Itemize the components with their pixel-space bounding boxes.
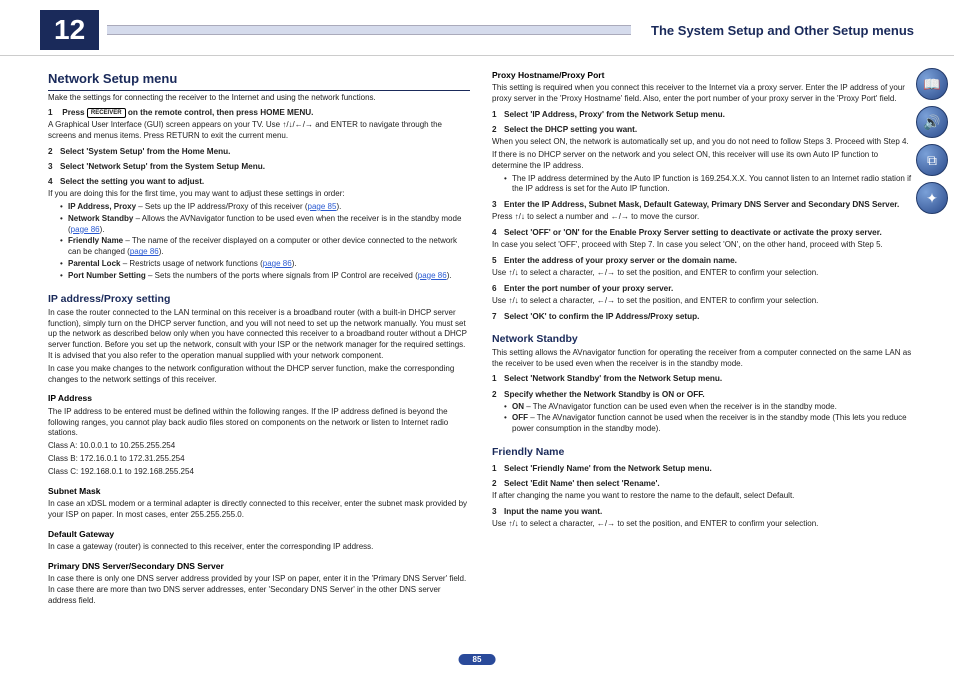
settings-list-item: Port Number Setting – Sets the numbers o… bbox=[60, 271, 470, 282]
auto-ip-bullet: The IP address determined by the Auto IP… bbox=[504, 174, 914, 196]
chapter-number: 12 bbox=[40, 10, 99, 50]
subnet-heading: Subnet Mask bbox=[48, 486, 470, 497]
step-3: 3Select 'Network Setup' from the System … bbox=[48, 161, 470, 172]
settings-list: IP Address, Proxy – Sets up the IP addre… bbox=[60, 202, 470, 282]
c2s3-desc: Press ↑/↓ to select a number and ←/→ to … bbox=[492, 212, 914, 223]
side-nav-icons: 📖 🔊 ⧉ ✦ bbox=[916, 68, 948, 214]
right-column: Proxy Hostname/Proxy Port This setting i… bbox=[492, 66, 914, 609]
step-2: 2Select 'System Setup' from the Home Men… bbox=[48, 146, 470, 157]
intro-text: Make the settings for connecting the rec… bbox=[48, 93, 470, 104]
c2s7-text: Select 'OK' to confirm the IP Address/Pr… bbox=[504, 312, 699, 321]
ipproxy-desc2: In case you make changes to the network … bbox=[48, 364, 470, 386]
ns-option-item: ON – The AVnavigator function can be use… bbox=[504, 402, 914, 413]
class-b: Class B: 172.16.0.1 to 172.31.255.254 bbox=[48, 454, 470, 465]
book-icon[interactable]: 📖 bbox=[916, 68, 948, 100]
c2s6-text: Enter the port number of your proxy serv… bbox=[504, 284, 673, 293]
page-title: The System Setup and Other Setup menus bbox=[631, 23, 914, 38]
dns-heading: Primary DNS Server/Secondary DNS Server bbox=[48, 561, 470, 572]
header-rule bbox=[107, 25, 631, 35]
devices-icon[interactable]: ⧉ bbox=[916, 144, 948, 176]
fn-step3: 3Input the name you want. bbox=[492, 506, 914, 517]
receiver-button-icon: RECEIVER bbox=[87, 108, 126, 118]
c2-step5: 5Enter the address of your proxy server … bbox=[492, 255, 914, 266]
page-link[interactable]: page 86 bbox=[418, 271, 447, 280]
subnet-desc: In case an xDSL modem or a terminal adap… bbox=[48, 499, 470, 521]
c2s2-text: Select the DHCP setting you want. bbox=[504, 125, 637, 134]
page-body: Network Setup menu Make the settings for… bbox=[0, 56, 954, 609]
ns-desc: This setting allows the AVnavigator func… bbox=[492, 348, 914, 370]
fn3-desc: Use ↑/↓ to select a character, ←/→ to se… bbox=[492, 519, 914, 530]
ns-step2: 2Specify whether the Network Standby is … bbox=[492, 389, 914, 400]
c2-step1: 1Select 'IP Address, Proxy' from the Net… bbox=[492, 109, 914, 120]
c2s6-desc: Use ↑/↓ to select a character, ←/→ to se… bbox=[492, 296, 914, 307]
ns-option-item: OFF – The AVnavigator function cannot be… bbox=[504, 413, 914, 435]
c2s1-text: Select 'IP Address, Proxy' from the Netw… bbox=[504, 110, 725, 119]
step1-post: on the remote control, then press HOME M… bbox=[126, 108, 314, 117]
settings-list-item: Friendly Name – The name of the receiver… bbox=[60, 236, 470, 258]
ip-address-heading: IP Address bbox=[48, 393, 470, 404]
dns-desc: In case there is only one DNS server add… bbox=[48, 574, 470, 606]
settings-list-item: IP Address, Proxy – Sets up the IP addre… bbox=[60, 202, 470, 213]
globe-icon[interactable]: ✦ bbox=[916, 182, 948, 214]
page-link[interactable]: page 86 bbox=[130, 247, 159, 256]
page-number: 85 bbox=[459, 654, 496, 665]
fn1-text: Select 'Friendly Name' from the Network … bbox=[504, 464, 712, 473]
step-4: 4Select the setting you want to adjust. bbox=[48, 176, 470, 187]
class-a: Class A: 10.0.0.1 to 10.255.255.254 bbox=[48, 441, 470, 452]
step3-text: Select 'Network Setup' from the System S… bbox=[60, 162, 265, 171]
fn3-text: Input the name you want. bbox=[504, 507, 602, 516]
step4-desc: If you are doing this for the first time… bbox=[48, 189, 470, 200]
step2-text: Select 'System Setup' from the Home Menu… bbox=[60, 147, 230, 156]
friendly-name-heading: Friendly Name bbox=[492, 445, 914, 459]
c2s5-text: Enter the address of your proxy server o… bbox=[504, 256, 737, 265]
c2s3-text: Enter the IP Address, Subnet Mask, Defau… bbox=[504, 200, 899, 209]
c2-step3: 3Enter the IP Address, Subnet Mask, Defa… bbox=[492, 199, 914, 210]
page-link[interactable]: page 85 bbox=[308, 202, 337, 211]
fn-step2: 2Select 'Edit Name' then select 'Rename'… bbox=[492, 478, 914, 489]
fn2-desc: If after changing the name you want to r… bbox=[492, 491, 914, 502]
c2-step6: 6Enter the port number of your proxy ser… bbox=[492, 283, 914, 294]
network-standby-heading: Network Standby bbox=[492, 332, 914, 346]
c2s2-desc1: When you select ON, the network is autom… bbox=[492, 137, 914, 148]
ipproxy-desc: In case the router connected to the LAN … bbox=[48, 308, 470, 362]
settings-list-item: Network Standby – Allows the AVNavigator… bbox=[60, 214, 470, 236]
c2s4-text: Select 'OFF' or 'ON' for the Enable Prox… bbox=[504, 228, 882, 237]
ns-options: ON – The AVnavigator function can be use… bbox=[504, 402, 914, 435]
ns-step1: 1Select 'Network Standby' from the Netwo… bbox=[492, 373, 914, 384]
gateway-desc: In case a gateway (router) is connected … bbox=[48, 542, 470, 553]
step-1: 1 Press RECEIVER on the remote control, … bbox=[48, 107, 470, 118]
settings-list-item: Parental Lock – Restricts usage of netwo… bbox=[60, 259, 470, 270]
class-c: Class C: 192.168.0.1 to 192.168.255.254 bbox=[48, 467, 470, 478]
c2-step7: 7Select 'OK' to confirm the IP Address/P… bbox=[492, 311, 914, 322]
subsection-heading: IP address/Proxy setting bbox=[48, 292, 470, 306]
speaker-icon[interactable]: 🔊 bbox=[916, 106, 948, 138]
proxy-desc: This setting is required when you connec… bbox=[492, 83, 914, 105]
c2s4-desc: In case you select 'OFF', proceed with S… bbox=[492, 240, 914, 251]
ns1-text: Select 'Network Standby' from the Networ… bbox=[504, 374, 722, 383]
ipaddr-desc: The IP address to be entered must be def… bbox=[48, 407, 470, 439]
page-link[interactable]: page 86 bbox=[263, 259, 292, 268]
page-header: 12 The System Setup and Other Setup menu… bbox=[0, 0, 954, 56]
section-heading: Network Setup menu bbox=[48, 70, 470, 91]
c2-step4: 4Select 'OFF' or 'ON' for the Enable Pro… bbox=[492, 227, 914, 238]
c2-step2: 2Select the DHCP setting you want. bbox=[492, 124, 914, 135]
gateway-heading: Default Gateway bbox=[48, 529, 470, 540]
c2s5-desc: Use ↑/↓ to select a character, ←/→ to se… bbox=[492, 268, 914, 279]
step1-pre: Press bbox=[62, 108, 87, 117]
page-link[interactable]: page 86 bbox=[71, 225, 100, 234]
c2s2-desc2: If there is no DHCP server on the networ… bbox=[492, 150, 914, 172]
step1-desc: A Graphical User Interface (GUI) screen … bbox=[48, 120, 470, 142]
ns2-text: Specify whether the Network Standby is O… bbox=[504, 390, 705, 399]
left-column: Network Setup menu Make the settings for… bbox=[48, 66, 470, 609]
auto-ip-note: The IP address determined by the Auto IP… bbox=[504, 174, 914, 196]
fn-step1: 1Select 'Friendly Name' from the Network… bbox=[492, 463, 914, 474]
proxy-heading: Proxy Hostname/Proxy Port bbox=[492, 70, 914, 81]
fn2-text: Select 'Edit Name' then select 'Rename'. bbox=[504, 479, 660, 488]
step4-text: Select the setting you want to adjust. bbox=[60, 177, 204, 186]
